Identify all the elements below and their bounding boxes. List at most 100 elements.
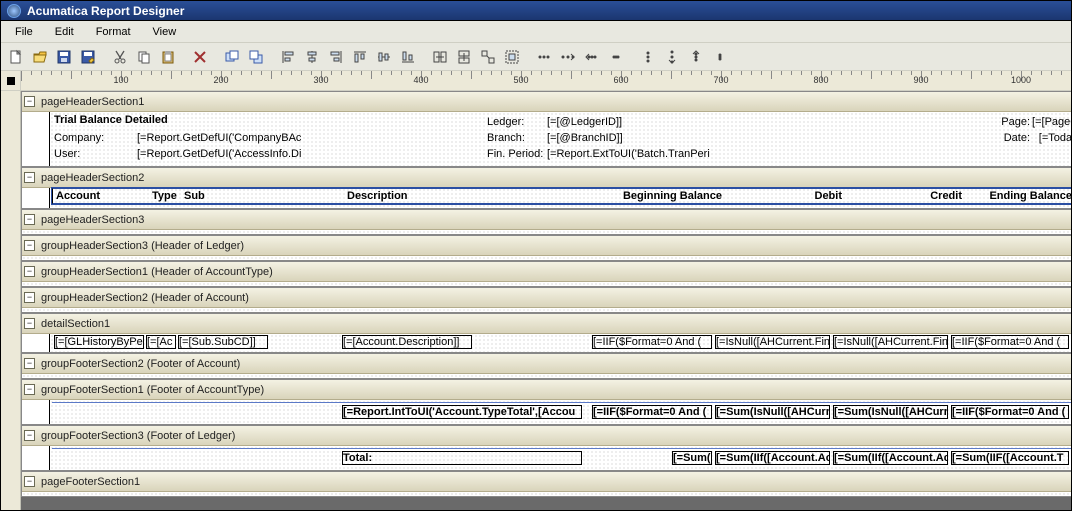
collapse-icon[interactable]: − xyxy=(24,214,35,225)
collapse-icon[interactable]: − xyxy=(24,292,35,303)
hspace-inc-button[interactable] xyxy=(557,46,579,68)
col-desc[interactable]: Description xyxy=(347,190,467,202)
send-back-button[interactable] xyxy=(245,46,267,68)
detail-sub[interactable]: [=[Sub.SubCD]] xyxy=(178,335,268,349)
ruler[interactable]: 1002003004005006007008009001000 xyxy=(21,71,1071,90)
save-button[interactable] xyxy=(53,46,75,68)
gf1-end[interactable]: [=IIF($Format=0 And ( xyxy=(951,405,1069,419)
section-group-header-1[interactable]: − groupHeaderSection1 (Header of Account… xyxy=(21,261,1071,287)
new-button[interactable] xyxy=(5,46,27,68)
gf1-debit[interactable]: [=Sum(IsNull([AHCurr xyxy=(715,405,830,419)
align-bottom-button[interactable] xyxy=(397,46,419,68)
section-group-footer-1[interactable]: − groupFooterSection1 (Footer of Account… xyxy=(21,379,1071,425)
menu-edit[interactable]: Edit xyxy=(45,24,84,40)
gf3-debit[interactable]: [=Sum(IIf([Account.Ac xyxy=(715,451,830,465)
hspace-equal-button[interactable] xyxy=(533,46,555,68)
align-middle-button[interactable] xyxy=(373,46,395,68)
hspace-remove-button[interactable] xyxy=(605,46,627,68)
section-body[interactable] xyxy=(22,374,1071,378)
collapse-icon[interactable]: − xyxy=(24,240,35,251)
finperiod-value[interactable]: [=Report.ExtToUI('Batch.TranPeri xyxy=(547,148,747,160)
section-body[interactable]: [=[GLHistoryByPe [=[Ac [=[Sub.SubCD]] [=… xyxy=(22,334,1071,352)
section-page-header-2[interactable]: − pageHeaderSection2 Account Type Sub De… xyxy=(21,167,1071,209)
collapse-icon[interactable]: − xyxy=(24,358,35,369)
detail-type[interactable]: [=[Ac xyxy=(146,335,176,349)
company-label[interactable]: Company: xyxy=(54,132,134,144)
menu-file[interactable]: File xyxy=(5,24,43,40)
section-group-footer-2[interactable]: − groupFooterSection2 (Footer of Account… xyxy=(21,353,1071,379)
align-center-h-button[interactable] xyxy=(301,46,323,68)
collapse-icon[interactable]: − xyxy=(24,318,35,329)
section-body[interactable]: Trial Balance Detailed Company: [=Report… xyxy=(22,112,1071,166)
collapse-icon[interactable]: − xyxy=(24,476,35,487)
detail-end[interactable]: [=IIF($Format=0 And ( xyxy=(951,335,1069,349)
gf3-credit[interactable]: [=Sum(IIf([Account.Ac xyxy=(833,451,948,465)
cut-button[interactable] xyxy=(109,46,131,68)
section-body[interactable]: Total: [=Sum( [=Sum(IIf([Account.Ac [=Su… xyxy=(22,446,1071,470)
branch-value[interactable]: [=[@BranchID]] xyxy=(547,132,717,144)
col-credit[interactable]: Credit xyxy=(912,190,962,202)
section-detail[interactable]: − detailSection1 [=[GLHistoryByPe [=[Ac … xyxy=(21,313,1071,353)
section-header[interactable]: − groupFooterSection1 (Footer of Account… xyxy=(22,380,1071,400)
section-group-footer-3[interactable]: − groupFooterSection3 (Footer of Ledger)… xyxy=(21,425,1071,471)
detail-credit[interactable]: [=IsNull([AHCurrent.Fin xyxy=(833,335,948,349)
page-label[interactable]: Page: xyxy=(980,116,1030,128)
report-title[interactable]: Trial Balance Detailed xyxy=(54,114,314,126)
section-header[interactable]: − groupHeaderSection3 (Header of Ledger) xyxy=(22,236,1071,256)
collapse-icon[interactable]: − xyxy=(24,430,35,441)
col-sub[interactable]: Sub xyxy=(184,190,234,202)
section-group-header-2[interactable]: − groupHeaderSection2 (Header of Account… xyxy=(21,287,1071,313)
section-body[interactable] xyxy=(22,282,1071,286)
section-header[interactable]: − groupFooterSection3 (Footer of Ledger) xyxy=(22,426,1071,446)
gf3-end[interactable]: [=Sum(IIF([Account.T xyxy=(951,451,1069,465)
date-value[interactable]: [=Today()] xyxy=(1032,132,1071,144)
copy-button[interactable] xyxy=(133,46,155,68)
section-header[interactable]: − pageHeaderSection1 xyxy=(22,92,1071,112)
section-body[interactable] xyxy=(22,492,1071,496)
collapse-icon[interactable]: − xyxy=(24,266,35,277)
collapse-icon[interactable]: − xyxy=(24,172,35,183)
section-page-header-1[interactable]: − pageHeaderSection1 Trial Balance Detai… xyxy=(21,91,1071,167)
section-page-header-3[interactable]: − pageHeaderSection3 xyxy=(21,209,1071,235)
menu-view[interactable]: View xyxy=(143,24,187,40)
vspace-inc-button[interactable] xyxy=(661,46,683,68)
page-value[interactable]: [=[PageOf]] xyxy=(1032,116,1071,128)
vspace-dec-button[interactable] xyxy=(685,46,707,68)
section-header[interactable]: − pageHeaderSection3 xyxy=(22,210,1071,230)
select-all-corner[interactable] xyxy=(1,71,21,91)
section-page-footer-1[interactable]: − pageFooterSection1 xyxy=(21,471,1071,497)
same-width-button[interactable] xyxy=(429,46,451,68)
align-left-button[interactable] xyxy=(277,46,299,68)
same-size-button[interactable] xyxy=(477,46,499,68)
vertical-gutter[interactable] xyxy=(1,91,21,510)
align-right-button[interactable] xyxy=(325,46,347,68)
section-body[interactable]: [=Report.IntToUI('Account.TypeTotal',[Ac… xyxy=(22,400,1071,424)
col-end[interactable]: Ending Balance xyxy=(977,190,1071,202)
open-button[interactable] xyxy=(29,46,51,68)
vspace-remove-button[interactable] xyxy=(709,46,731,68)
gf1-desc[interactable]: [=Report.IntToUI('Account.TypeTotal',[Ac… xyxy=(342,405,582,419)
detail-beg[interactable]: [=IIF($Format=0 And ( xyxy=(592,335,712,349)
section-body[interactable] xyxy=(22,230,1071,234)
vspace-equal-button[interactable] xyxy=(637,46,659,68)
same-height-button[interactable] xyxy=(453,46,475,68)
detail-debit[interactable]: [=IsNull([AHCurrent.Fin xyxy=(715,335,830,349)
section-header[interactable]: − groupHeaderSection1 (Header of Account… xyxy=(22,262,1071,282)
gf1-beg[interactable]: [=IIF($Format=0 And ( xyxy=(592,405,712,419)
section-header[interactable]: − groupFooterSection2 (Footer of Account… xyxy=(22,354,1071,374)
user-value[interactable]: [=Report.GetDefUI('AccessInfo.Di xyxy=(137,148,317,160)
gf1-credit[interactable]: [=Sum(IsNull([AHCurr xyxy=(833,405,948,419)
date-label[interactable]: Date: xyxy=(980,132,1030,144)
section-group-header-3[interactable]: − groupHeaderSection3 (Header of Ledger) xyxy=(21,235,1071,261)
collapse-icon[interactable]: − xyxy=(24,384,35,395)
detail-desc[interactable]: [=[Account.Description]] xyxy=(342,335,472,349)
menu-format[interactable]: Format xyxy=(86,24,141,40)
save-as-button[interactable] xyxy=(77,46,99,68)
gf3-beg[interactable]: [=Sum( xyxy=(672,451,712,465)
ledger-value[interactable]: [=[@LedgerID]] xyxy=(547,116,717,128)
section-body[interactable] xyxy=(22,308,1071,312)
align-top-button[interactable] xyxy=(349,46,371,68)
section-header[interactable]: − pageFooterSection1 xyxy=(22,472,1071,492)
size-to-grid-button[interactable] xyxy=(501,46,523,68)
col-beg[interactable]: Beginning Balance xyxy=(612,190,722,202)
